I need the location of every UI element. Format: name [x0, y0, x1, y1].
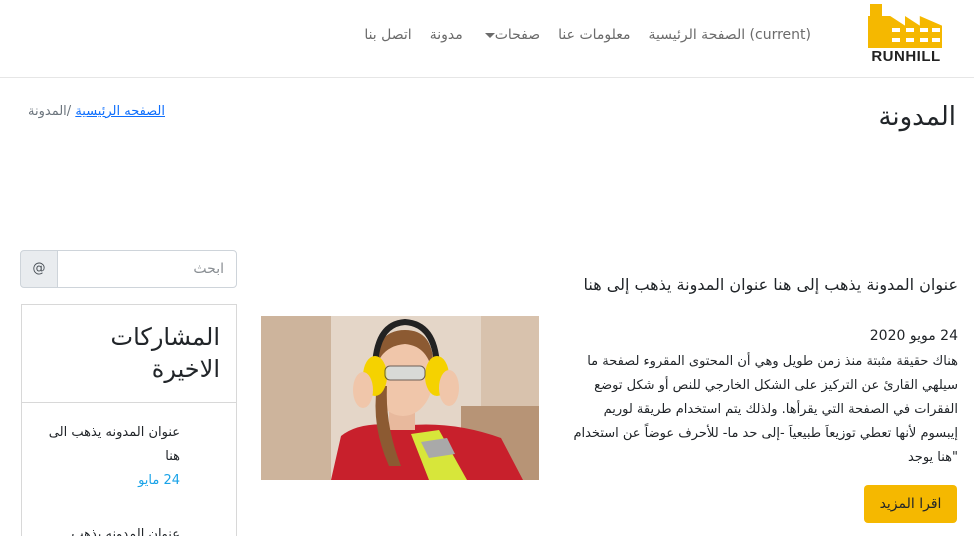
recent-post-title[interactable]: عنوان المدونه يذهب الى هنا	[40, 421, 180, 469]
nav-pages[interactable]: صفحات	[472, 24, 549, 46]
post-date: 24 مويو 2020	[869, 328, 958, 344]
post-photo-illustration	[261, 316, 539, 480]
nav-contact[interactable]: اتصل بنا	[355, 24, 420, 46]
main-nav: الصفحة الرئيسية (current) معلومات عنا صف…	[355, 24, 820, 46]
recent-post-title[interactable]: عنوان المدونه يذهب	[40, 523, 180, 536]
top-navbar: RUNHILL الصفحة الرئيسية (current) معلوما…	[0, 0, 974, 78]
breadcrumb: الصفحه الرئيسية /المدونة	[28, 104, 165, 119]
search-group: @	[20, 250, 237, 288]
recent-posts-card: المشاركات الاخيرة عنوان المدونه يذهب الى…	[21, 304, 237, 536]
nav-about[interactable]: معلومات عنا	[549, 24, 639, 46]
read-more-button[interactable]: اقرا المزيد	[864, 485, 957, 523]
nav-blog[interactable]: مدونة	[421, 24, 472, 46]
nav-pages-label: صفحات	[494, 27, 541, 43]
nav-home[interactable]: الصفحة الرئيسية (current)	[640, 24, 820, 46]
recent-post-date: 24 مايو	[138, 473, 180, 488]
worker-with-ear-muffs-image[interactable]	[261, 316, 539, 480]
caret-down-icon	[484, 32, 495, 38]
breadcrumb-home-link[interactable]: الصفحه الرئيسية	[75, 104, 165, 119]
recent-posts-header: المشاركات الاخيرة	[22, 305, 236, 403]
page-title: المدونة	[878, 102, 956, 132]
runhill-logo[interactable]: RUNHILL	[868, 4, 944, 65]
recent-post-item[interactable]: عنوان المدونه يذهب الى هنا 24 مايو	[40, 421, 180, 493]
post-title[interactable]: عنوان المدونة يذهب إلى هنا عنوان المدونة…	[566, 274, 959, 296]
search-input[interactable]	[57, 250, 237, 288]
at-sign-icon: @	[20, 250, 58, 288]
recent-posts-title: المشاركات الاخيرة	[110, 323, 221, 383]
factory-logo-icon	[868, 4, 944, 48]
breadcrumb-separator: /	[66, 104, 72, 119]
post-excerpt: هناك حقيقة مثبتة منذ زمن طويل وهي أن الم…	[573, 354, 958, 465]
breadcrumb-current: المدونة	[28, 104, 67, 119]
recent-post-item[interactable]: عنوان المدونه يذهب	[40, 523, 180, 536]
brand-name: RUNHILL	[871, 48, 941, 65]
